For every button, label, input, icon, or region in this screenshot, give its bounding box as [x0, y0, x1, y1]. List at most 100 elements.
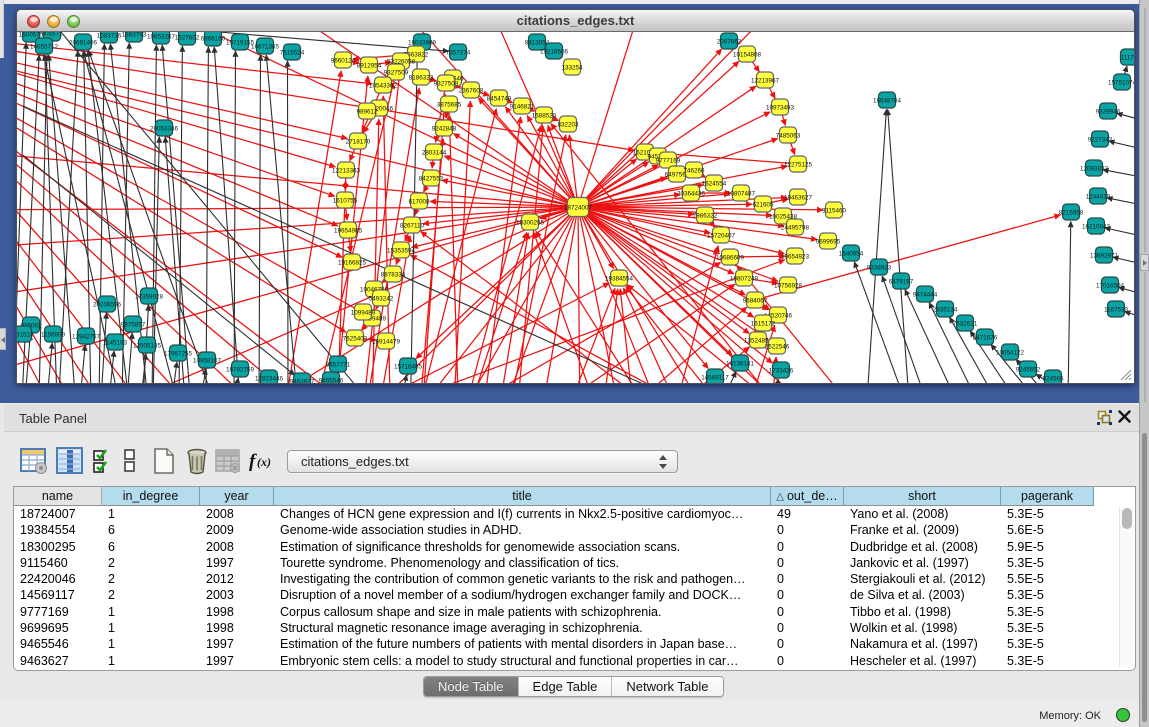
table-cell: 0: [771, 604, 844, 620]
table-settings-icon[interactable]: [20, 447, 48, 475]
tab-network-table[interactable]: Network Table: [612, 677, 722, 696]
graph-node-label: 9474444: [913, 291, 938, 298]
graph-edge[interactable]: [578, 86, 756, 207]
column-header-title[interactable]: title: [274, 487, 771, 506]
table-row[interactable]: 1830029562008Estimation of significance …: [14, 539, 1118, 555]
graph-edge[interactable]: [259, 55, 261, 383]
function-builder-icon[interactable]: f (x): [247, 447, 275, 475]
table-cell: 2012: [200, 571, 274, 587]
graph-edge[interactable]: [337, 181, 346, 383]
graph-node-label: 16210643: [1082, 223, 1111, 230]
table-cell: 9777169: [14, 604, 102, 620]
select-rows-icon[interactable]: [92, 447, 120, 475]
graph-node-label: 8912954: [357, 62, 382, 69]
float-window-icon[interactable]: [1097, 410, 1112, 425]
table-cell: Stergiakouli et al. (2012): [844, 571, 1001, 587]
delete-table-icon[interactable]: [183, 447, 211, 475]
graph-node-label: 9245652: [1016, 366, 1041, 373]
graph-node-label: 905571: [41, 32, 63, 37]
graph-node-label: 15716485: [394, 363, 423, 370]
graph-node-label: 2718170: [346, 138, 371, 145]
scrollbar-thumb[interactable]: [1122, 508, 1132, 529]
graph-node-label: 924565: [1042, 375, 1064, 382]
table-row[interactable]: 1938455462009Genome-wide association stu…: [14, 522, 1118, 538]
graph-node-label: 9684067: [743, 297, 768, 304]
resize-grip-icon[interactable]: [1120, 369, 1132, 381]
table-cell: Yano et al. (2008): [844, 506, 1001, 522]
graph-node-label: 8215958: [1059, 209, 1084, 216]
panel-grabber[interactable]: [1142, 433, 1147, 722]
select-columns-icon[interactable]: [56, 447, 84, 475]
graph-node-label: 17016504: [1096, 282, 1125, 289]
graph-node-label: 1615172: [751, 320, 776, 327]
graph-edge[interactable]: [214, 47, 242, 383]
table-vertical-scrollbar[interactable]: [1119, 507, 1134, 667]
tab-node-table[interactable]: Node Table: [424, 677, 519, 696]
table-row[interactable]: 946554611997Estimation of the future num…: [14, 636, 1118, 652]
column-header-year[interactable]: year: [200, 487, 274, 506]
table-selector-dropdown[interactable]: citations_edges.txt: [287, 450, 678, 473]
graph-edge[interactable]: [449, 115, 461, 383]
column-header-out_de[interactable]: △out_de…: [771, 487, 844, 506]
graph-edge[interactable]: [17, 150, 578, 207]
collapse-control-panel-icon[interactable]: [0, 328, 6, 350]
table-row[interactable]: 977716911998Corpus callosum shape and si…: [14, 604, 1118, 620]
column-header-name[interactable]: name: [14, 487, 102, 506]
graph-node-label: 10958107: [193, 357, 222, 364]
memory-status-icon[interactable]: [1116, 708, 1130, 722]
new-table-icon[interactable]: [150, 447, 178, 475]
column-header-pagerank[interactable]: pagerank: [1001, 487, 1094, 506]
graph-edge[interactable]: [266, 55, 301, 383]
graph-node-label: 621605: [752, 201, 774, 208]
table-row[interactable]: 946362711997Embryonic stem cells: a mode…: [14, 653, 1118, 669]
graph-node-label: 1167533: [1104, 306, 1129, 313]
table-cell: 1: [102, 653, 200, 669]
window-titlebar[interactable]: citations_edges.txt: [17, 10, 1134, 32]
graph-node-label: 7515524: [280, 49, 305, 56]
table-cell: 0: [771, 636, 844, 652]
column-header-in_degree[interactable]: in_degree: [102, 487, 200, 506]
graph-node-label: 19654923: [781, 253, 810, 260]
close-panel-icon[interactable]: [1118, 410, 1131, 423]
graph-node-label: 1244419: [1086, 193, 1111, 200]
graph-edge[interactable]: [172, 362, 177, 383]
table-row[interactable]: 1872400712008Changes of HCN gene express…: [14, 506, 1118, 522]
graph-edge[interactable]: [501, 135, 566, 383]
graph-node-label: 5493242: [369, 295, 394, 302]
table-row[interactable]: 969969511998Structural magnetic resonanc…: [14, 620, 1118, 636]
table-cell: 5.3E-5: [1001, 604, 1094, 620]
network-view-desktop: citations_edges.txt 16005759055711405571…: [0, 4, 1139, 403]
graph-edge[interactable]: [1107, 198, 1134, 205]
graph-edge[interactable]: [1068, 222, 1071, 384]
graph-edge[interactable]: [288, 61, 289, 383]
graph-edge[interactable]: [206, 47, 208, 383]
graph-node-label: 12905135: [133, 342, 162, 349]
tab-edge-table[interactable]: Edge Table: [519, 677, 613, 696]
graph-edge[interactable]: [234, 378, 238, 383]
row-height-icon[interactable]: [122, 447, 138, 475]
graph-node-label: 8471676: [973, 334, 998, 341]
graph-edge[interactable]: [1109, 141, 1134, 149]
table-row[interactable]: 911546021997Tourette syndrome. Phenomeno…: [14, 555, 1118, 571]
table-cell: Nakamura et al. (1997): [844, 636, 1001, 652]
network-graph-canvas[interactable]: 1600575905571140557122069140610837261883…: [17, 32, 1134, 383]
graph-node-label: 15751074: [1108, 79, 1134, 86]
table-row[interactable]: 2242004622012Investigating the contribut…: [14, 571, 1118, 587]
graph-edge[interactable]: [578, 32, 821, 207]
graph-node-label: 2935134: [933, 306, 958, 313]
graph-edge[interactable]: [444, 156, 578, 207]
column-header-short[interactable]: short: [844, 487, 1001, 506]
graph-edge[interactable]: [461, 207, 578, 383]
graph-node-label: 10543362: [369, 82, 398, 89]
graph-node-label: 16648784: [873, 97, 902, 104]
expand-results-panel-icon[interactable]: [1140, 254, 1149, 271]
table-cell: Structural magnetic resonance image aver…: [274, 620, 771, 636]
table-row[interactable]: 1456911722003Disruption of a novel membe…: [14, 587, 1118, 603]
graph-edge[interactable]: [127, 333, 132, 383]
graph-edge[interactable]: [17, 32, 342, 257]
table-cell: de Silva et al. (2003): [844, 587, 1001, 603]
graph-node-label: 12093832: [1080, 165, 1109, 172]
graph-node-label: 133254: [561, 64, 583, 71]
graph-edge[interactable]: [534, 232, 611, 383]
graph-edge[interactable]: [454, 134, 579, 207]
